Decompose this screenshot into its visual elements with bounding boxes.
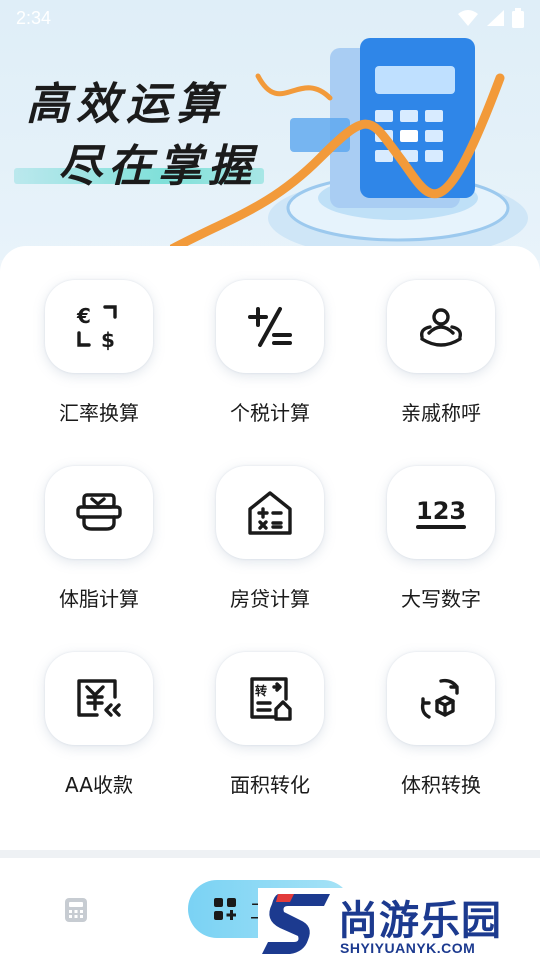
tool-volume-convert[interactable]: 体积转换 <box>356 618 526 798</box>
svg-text:€: € <box>76 304 91 328</box>
status-bar: 2:34 <box>0 0 540 36</box>
tool-label: 体积转换 <box>401 773 481 797</box>
banner: 高效运算 尽在掌握 <box>0 0 540 260</box>
tool-currency-exchange[interactable]: € $ 汇率换算 <box>14 246 184 426</box>
tool-grid: € $ 汇率换算 个税计算 亲戚称呼 体脂计算 房贷计算 123 大写数字 AA… <box>0 246 540 850</box>
tool-label: 大写数字 <box>401 587 481 611</box>
tool-income-tax[interactable]: 个税计算 <box>185 246 355 426</box>
watermark-url: SHYIYUANYK.COM <box>340 940 476 956</box>
wifi-icon <box>458 10 478 26</box>
watermark: 尚游乐园 SHYIYUANYK.COM <box>258 888 540 960</box>
body-fat-scale-icon <box>74 492 124 533</box>
tool-label: 房贷计算 <box>230 587 310 611</box>
nav-calculator[interactable] <box>60 894 92 926</box>
tool-area-convert[interactable]: 转 面积转化 <box>185 618 355 798</box>
plus-minus-icon <box>246 303 294 351</box>
tool-body-fat[interactable]: 体脂计算 <box>14 432 184 612</box>
area-convert-icon: 转 <box>246 675 294 723</box>
house-calculator-icon <box>246 489 294 537</box>
signal-icon <box>487 10 504 26</box>
nav-divider <box>0 850 540 858</box>
tool-aa-split[interactable]: AA收款 <box>14 618 184 798</box>
calculator-illustration <box>165 18 540 260</box>
watermark-logo-icon <box>262 894 330 954</box>
tool-label: 体脂计算 <box>59 587 139 611</box>
tool-label: 亲戚称呼 <box>401 401 481 425</box>
svg-text:转: 转 <box>255 683 267 698</box>
tool-label: AA收款 <box>65 773 133 797</box>
currency-exchange-icon: € $ <box>75 303 123 351</box>
tool-label: 个税计算 <box>230 401 310 425</box>
svg-text:123: 123 <box>416 497 466 525</box>
relatives-icon <box>416 307 466 347</box>
grid-apps-icon <box>214 898 236 920</box>
tool-uppercase-number[interactable]: 123 大写数字 <box>356 432 526 612</box>
number-123-icon: 123 <box>414 493 468 533</box>
volume-convert-icon <box>417 675 465 723</box>
svg-text:$: $ <box>101 328 115 351</box>
battery-icon <box>512 8 524 28</box>
tool-relatives[interactable]: 亲戚称呼 <box>356 246 526 426</box>
watermark-brand: 尚游乐园 <box>338 898 502 944</box>
tool-mortgage[interactable]: 房贷计算 <box>185 432 355 612</box>
calculator-icon <box>65 898 87 922</box>
yuan-split-icon <box>75 677 123 721</box>
tool-label: 汇率换算 <box>59 401 139 425</box>
status-time: 2:34 <box>16 7 52 28</box>
tool-label: 面积转化 <box>230 773 310 797</box>
